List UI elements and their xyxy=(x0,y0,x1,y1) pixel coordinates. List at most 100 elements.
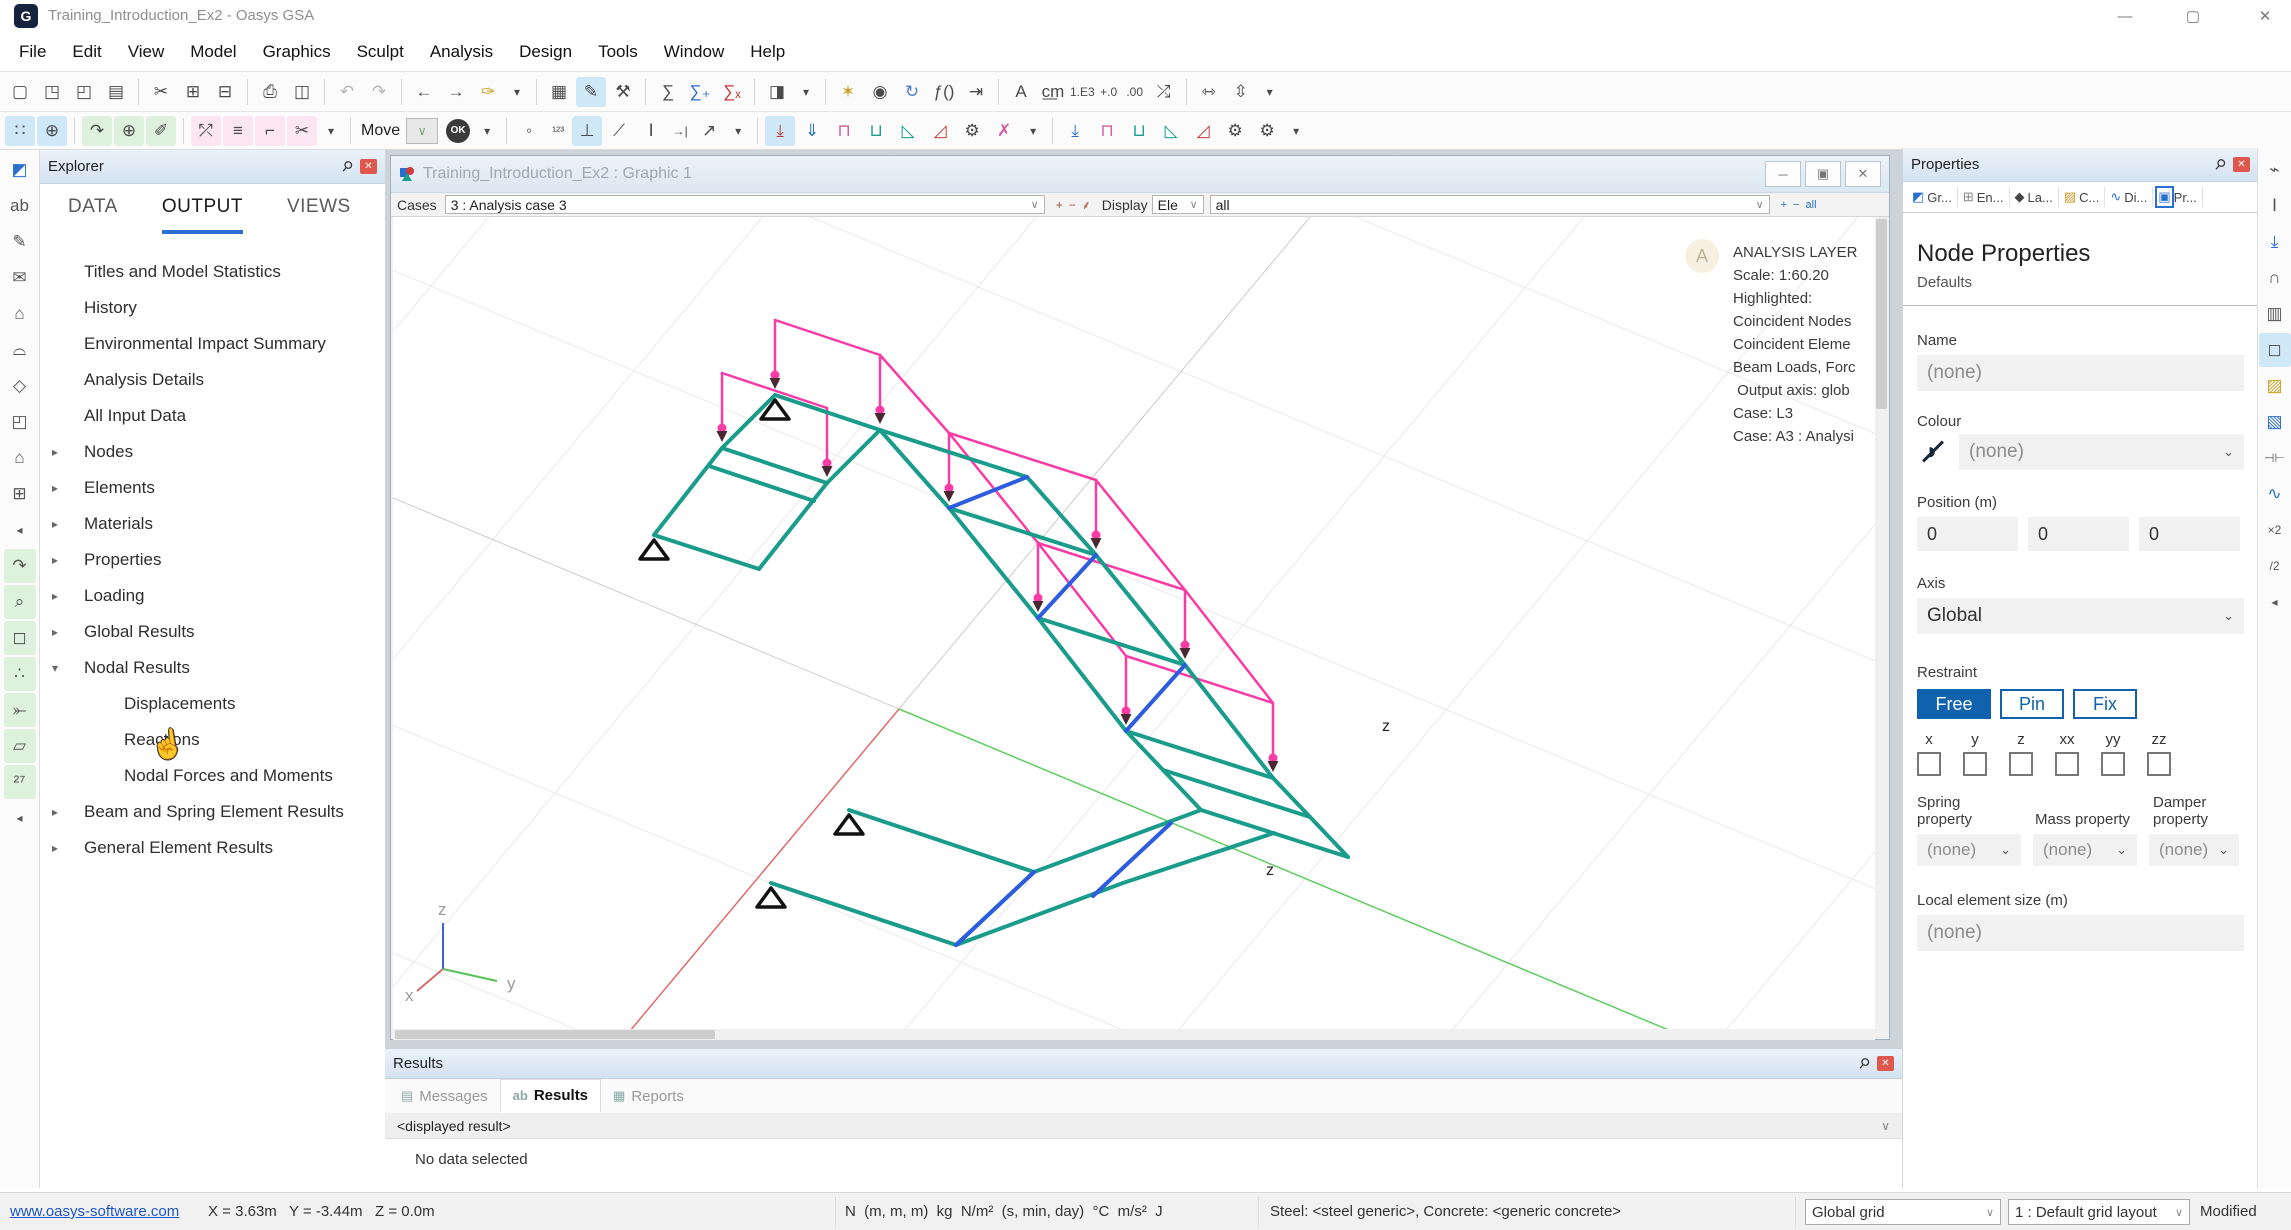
collapse-arrow-icon[interactable]: ▸ xyxy=(40,625,70,639)
results-tab-reports[interactable]: ▦ Reports xyxy=(601,1079,696,1113)
select-links-icon-icon[interactable]: ⤜ xyxy=(3,693,36,727)
sections-icon[interactable]: Ⅰ xyxy=(636,116,666,146)
grid-move-icon-icon[interactable]: ⊞ xyxy=(4,477,36,511)
storyboard-icon-icon[interactable]: ▥ xyxy=(2259,297,2291,331)
tree-item-global-results[interactable]: ▸ Global Results xyxy=(40,614,385,650)
collapse-arrow-icon[interactable]: ▸ xyxy=(40,589,70,603)
canvas-horizontal-scrollbar[interactable] xyxy=(393,1029,1875,1040)
refresh-icon[interactable]: ↻ xyxy=(897,77,927,107)
collapse-arrow-icon[interactable]: ▸ xyxy=(40,445,70,459)
menu-item-sculpt[interactable]: Sculpt xyxy=(344,32,417,72)
result-settings-y-icon[interactable]: ⚙ xyxy=(1252,116,1282,146)
menu-item-model[interactable]: Model xyxy=(177,32,249,72)
select-nodes-icon[interactable]: ∷ xyxy=(5,115,35,146)
increase-decimals-icon[interactable]: +.0 xyxy=(1097,77,1121,107)
import-icon-icon[interactable]: ⤓ xyxy=(2259,225,2291,259)
move-mode-select[interactable]: Move ∨ xyxy=(361,117,439,144)
menu-item-file[interactable]: File xyxy=(6,32,59,72)
graphic-restore-button[interactable]: ▣ xyxy=(1805,161,1841,187)
add-node-icon[interactable]: ⊕ xyxy=(114,115,144,146)
print-icon[interactable]: ⎙ xyxy=(255,77,285,107)
result-more-icon[interactable]: ▾ xyxy=(1284,116,1308,146)
dof-checkbox-xx[interactable] xyxy=(2055,752,2079,776)
sculpt-more-icon[interactable]: ▾ xyxy=(319,116,343,146)
properties-tab-la[interactable]: ◆ La... xyxy=(2010,187,2059,207)
node-numbers-icon[interactable]: ¹²³ xyxy=(546,116,570,146)
tree-item-reactions[interactable]: Reactions xyxy=(40,722,385,758)
tree-item-nodes[interactable]: ▸ Nodes xyxy=(40,434,385,470)
maximize-button[interactable]: ▢ xyxy=(2170,0,2216,32)
redo-icon[interactable]: ↷ xyxy=(364,77,394,107)
export-more-icon[interactable]: ▾ xyxy=(794,77,818,107)
step-icon[interactable]: ⌐ xyxy=(255,115,285,146)
case-right-icon[interactable]: + xyxy=(1781,199,1787,211)
tree-item-loading[interactable]: ▸ Loading xyxy=(40,578,385,614)
explorer-close-icon[interactable]: ✕ xyxy=(360,159,377,174)
font-icon[interactable]: A xyxy=(1006,77,1036,107)
node-loads-icon[interactable]: ⤓ xyxy=(765,115,796,146)
units-icon[interactable]: c͟m xyxy=(1038,77,1068,107)
colour-select[interactable]: (none) ⌄ xyxy=(1959,434,2244,470)
distributed-loads-icon[interactable]: ⊓ xyxy=(829,116,859,146)
scale-down-icon-icon[interactable]: /2 xyxy=(2259,549,2291,583)
sketch-icon-icon[interactable]: ✎ xyxy=(4,225,36,259)
case-adjust-icon[interactable]: ⸙ xyxy=(1082,198,1091,212)
result-reactions-icon[interactable]: ⊓ xyxy=(1092,116,1122,146)
supports-icon[interactable]: ⊥ xyxy=(572,115,603,146)
curve-icon-icon[interactable]: ∿ xyxy=(2259,477,2291,511)
menu-item-tools[interactable]: Tools xyxy=(585,32,651,72)
select-elements-icon[interactable]: ⊕ xyxy=(37,115,67,146)
open-file-icon[interactable]: ◳ xyxy=(37,77,67,107)
tree-item-environmental-impact-summary[interactable]: Environmental Impact Summary xyxy=(40,326,385,362)
results-close-icon[interactable]: ✕ xyxy=(1877,1056,1894,1071)
cube-icon-icon[interactable]: ◻ xyxy=(2258,333,2291,367)
tree-item-all-input-data[interactable]: All Input Data xyxy=(40,398,385,434)
tree-item-analysis-details[interactable]: Analysis Details xyxy=(40,362,385,398)
position-input-y[interactable]: 0 xyxy=(2028,517,2129,551)
moment-diagram-icon[interactable]: ◿ xyxy=(925,116,955,146)
tree-item-history[interactable]: History xyxy=(40,290,385,326)
function-icon[interactable]: ƒ() xyxy=(929,77,959,107)
scale-up-icon-icon[interactable]: ×2 xyxy=(2259,513,2291,547)
numbering-icon-icon[interactable]: ²⁷ xyxy=(3,765,36,799)
properties-tab-di[interactable]: ∿ Di... xyxy=(2105,187,2154,207)
copy-icon[interactable]: ⊞ xyxy=(178,77,208,107)
analyse-delete-icon[interactable]: ∑ₓ xyxy=(717,77,747,107)
collapse-arrow-icon[interactable]: ▸ xyxy=(40,805,70,819)
menu-item-help[interactable]: Help xyxy=(737,32,798,72)
tree-item-nodal-forces-and-moments[interactable]: Nodal Forces and Moments xyxy=(40,758,385,794)
tree-item-elements[interactable]: ▸ Elements xyxy=(40,470,385,506)
axes-display-icon[interactable]: ⤮ xyxy=(1149,77,1179,107)
scrollbar-thumb[interactable] xyxy=(395,1030,715,1039)
close-button[interactable]: ✕ xyxy=(2242,0,2288,32)
local-axes-icon[interactable]: ↗ xyxy=(694,116,724,146)
ok-more-icon[interactable]: ▾ xyxy=(475,116,499,146)
result-forces-icon[interactable]: ⊔ xyxy=(1124,116,1154,146)
menu-item-analysis[interactable]: Analysis xyxy=(417,32,506,72)
zoom-icon-icon[interactable]: ⌕ xyxy=(3,585,36,619)
save-file-icon[interactable]: ▤ xyxy=(101,77,131,107)
results-tab-results[interactable]: ab Results xyxy=(499,1079,602,1113)
expand-shrink-icon[interactable]: ⇿ xyxy=(1194,77,1224,107)
menu-item-graphics[interactable]: Graphics xyxy=(250,32,344,72)
collapse-arrow-icon[interactable]: ▸ xyxy=(40,517,70,531)
case-right-icon[interactable]: − xyxy=(1793,199,1799,211)
tree-item-titles-and-model-statistics[interactable]: Titles and Model Statistics xyxy=(40,254,385,290)
beam-loads-icon[interactable]: ⇓ xyxy=(797,116,827,146)
restraint-fix-button[interactable]: Fix xyxy=(2073,689,2137,719)
cube-view-icon-icon[interactable]: ◻ xyxy=(3,621,36,655)
menu-item-view[interactable]: View xyxy=(115,32,178,72)
patch-loads-icon[interactable]: ⊔ xyxy=(861,116,891,146)
new-file-icon[interactable]: ▢ xyxy=(5,77,35,107)
menu-item-window[interactable]: Window xyxy=(651,32,737,72)
close-file-icon[interactable]: ◰ xyxy=(69,77,99,107)
collapse-right-icon-icon[interactable]: ◂ xyxy=(2259,585,2291,619)
polyline-icon-icon[interactable]: ∩ xyxy=(2259,261,2291,295)
element-numbers-icon[interactable]: ⟋ xyxy=(604,116,634,146)
graphic-window-titlebar[interactable]: Training_Introduction_Ex2 : Graphic 1 ─ … xyxy=(391,156,1889,193)
expand-arrow-icon[interactable]: ▾ xyxy=(40,661,70,675)
new-model-icon-icon[interactable]: ◩ xyxy=(4,153,36,187)
analyse-add-icon[interactable]: ∑₊ xyxy=(685,77,715,107)
tree-item-nodal-results[interactable]: ▾ Nodal Results xyxy=(40,650,385,686)
dof-checkbox-zz[interactable] xyxy=(2147,752,2171,776)
